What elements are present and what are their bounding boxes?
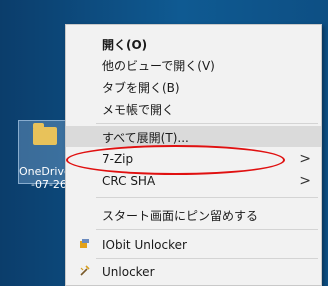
menu-separator (96, 197, 318, 198)
menu-item-open-tab[interactable]: タブを開く(B) (66, 76, 321, 97)
menu-item-pin-to-start[interactable]: スタート画面にピン留めする (66, 204, 321, 225)
menu-item-open-notepad[interactable]: メモ帳で開く (66, 98, 321, 119)
unlocker-wand-icon (79, 265, 91, 280)
menu-item-label: CRC SHA (102, 174, 156, 188)
menu-separator (96, 123, 318, 124)
menu-item-label: IObit Unlocker (102, 238, 187, 252)
folder-icon (33, 123, 57, 145)
iobit-unlocker-icon (79, 238, 90, 252)
menu-item-label: 7-Zip (102, 152, 134, 166)
menu-item-crc-sha[interactable]: CRC SHA > (66, 171, 321, 192)
menu-item-open-other-view[interactable]: 他のビューで開く(V) (66, 54, 321, 75)
menu-item-label: メモ帳で開く (102, 103, 175, 117)
menu-item-unlocker[interactable]: Unlocker (66, 262, 321, 283)
menu-separator (96, 229, 318, 230)
menu-item-label: 開く(O) (102, 38, 148, 52)
menu-item-label: スタート画面にピン留めする (102, 209, 259, 223)
menu-item-iobit-unlocker[interactable]: IObit Unlocker (66, 235, 321, 256)
menu-item-open[interactable]: 開く(O) (66, 33, 321, 54)
menu-item-label: 他のビューで開く(V) (102, 59, 215, 73)
chevron-right-icon: > (299, 151, 311, 167)
menu-item-7zip[interactable]: 7-Zip > (66, 149, 321, 170)
menu-item-label: タブを開く(B) (102, 81, 180, 95)
menu-item-label: Unlocker (102, 265, 155, 279)
menu-item-label: すべて展開(T)... (102, 131, 189, 145)
chevron-right-icon: > (299, 173, 311, 189)
context-menu: 開く(O) 他のビューで開く(V) タブを開く(B) メモ帳で開く すべて展開(… (65, 24, 322, 286)
menu-item-extract-all[interactable]: すべて展開(T)... (66, 126, 321, 147)
menu-separator (96, 258, 318, 259)
